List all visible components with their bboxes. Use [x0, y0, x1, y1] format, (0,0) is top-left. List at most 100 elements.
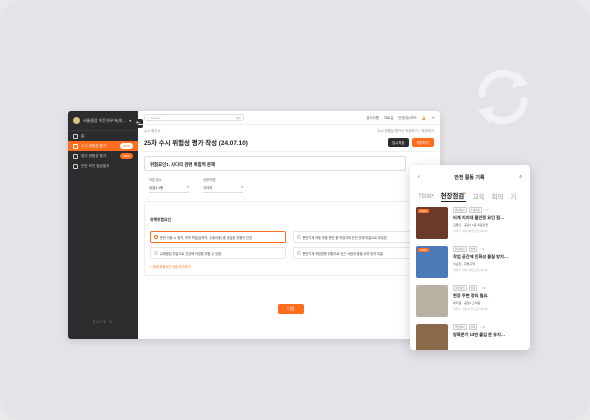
option-label: 운반 이동 시 정지, 하역 작업(상하차, 수동이동) 중 공급된 부품이 인…	[160, 235, 252, 240]
radio-icon	[154, 251, 158, 255]
sidebar-item-label: 안전 보건 점검일지	[81, 163, 110, 168]
nav-notice[interactable]: 공지사항	[366, 115, 378, 120]
main-content: ⌕ Search... ⌘K 공지사항 자료실 안전대시보드 🔔 ⇥ 수시 평가…	[138, 111, 440, 339]
radio-icon	[296, 251, 301, 255]
activity-card[interactable]: NEW 현장점검 설비 ♡ 8 작업 공간에 인화성 물질 방치… 이순찬 · 화물구역 댓…	[416, 246, 524, 278]
mobile-panel: ‹ 안전 활동 기록 ⌕ TBM• 현장점검• 교육 회의 기 NEW 현장점검 수정완료 ♡…	[410, 165, 530, 350]
new-badge: NEW	[120, 143, 133, 149]
sidebar-item[interactable]: 홈	[68, 131, 138, 141]
tab[interactable]: 현장점검•	[440, 190, 466, 202]
mobile-header: ‹ 안전 활동 기록 ⌕	[410, 165, 530, 189]
activity-feed: NEW 현장점검 수정완료 ♡ 7 비계 지지대 불안정 요인 점… 김확인 · 공장4 …	[410, 203, 530, 350]
card-title: 작업 공간에 인화성 물질 방치…	[453, 254, 509, 259]
activity-card[interactable]: 위험방지 설비 ♡ 17 방화문기 13번 출입 문 유지…	[416, 324, 524, 350]
sidebar-item[interactable]: 수시 위험성 평가 NEW	[68, 141, 138, 151]
edit-icon	[73, 163, 78, 169]
bell-icon[interactable]: 🔔	[422, 116, 426, 120]
mobile-title: 안전 활동 기록	[454, 174, 485, 181]
sidebar-item-label: 홈	[81, 133, 85, 138]
hazard-title-field[interactable]: 위험요인1. 사다리 관련 복합적 문제	[144, 156, 406, 171]
hazard-option[interactable]: 운반 이동 시 정지, 하역 작업(상하차, 수동이동) 중 공급된 부품이 인…	[150, 231, 286, 243]
next-button[interactable]: 다음	[278, 304, 304, 314]
like-count[interactable]: ♡ 12	[479, 287, 485, 290]
card-author: 이순찬 · 화물구역	[453, 262, 475, 266]
tab-label: 회의	[491, 193, 504, 201]
like-count[interactable]: ♡ 8	[479, 248, 484, 251]
card-title: 방화문기 13번 출입 문 유지…	[453, 332, 506, 337]
tab[interactable]: 회의	[492, 192, 504, 201]
hazard-option[interactable]: 운반기계 작업방향 위험으로 인근 사람과 충돌 우려 방지 미흡	[292, 247, 428, 259]
nav-archive[interactable]: 자료실	[384, 115, 393, 120]
tab-label: 교육	[472, 193, 485, 201]
sidebar-item[interactable]: 안전 보건 점검일지	[68, 161, 138, 171]
logout-icon[interactable]: ⇥	[431, 116, 434, 120]
clipboard-icon	[73, 143, 78, 149]
photo-thumbnail	[416, 324, 448, 350]
like-count[interactable]: ♡ 7	[484, 209, 489, 212]
temp-save-button[interactable]: 임시저장	[388, 137, 409, 147]
home-icon	[73, 133, 78, 139]
tab-label: 현장점검	[440, 192, 465, 200]
select-row: 작업 장소 공장4 1층 ▾ 공정/작업 사다리 ▾	[144, 177, 434, 193]
top-nav: 공지사항 자료실 안전대시보드 🔔 ⇥	[366, 115, 434, 121]
card-title: 비계 지지대 불안정 요인 점…	[453, 215, 505, 220]
sidebar-item-label: 정기 위험성 평가	[81, 153, 107, 158]
unread-dot: •	[431, 192, 434, 199]
org-switcher[interactable]: 서울중앙 이든하우어(희… ▾	[68, 111, 138, 131]
tag-chip: 현장점검	[453, 207, 467, 213]
like-count[interactable]: ♡ 17	[479, 326, 485, 329]
activity-card[interactable]: NEW 현장점검 수정완료 ♡ 7 비계 지지대 불안정 요인 점… 김확인 · 공장4 …	[416, 207, 524, 239]
tag-chip: 수정완료	[468, 207, 483, 213]
risk-form: 위험요인1. 사다리 관련 복합적 문제 작업 장소 공장4 1층 ▾ 공정/작업…	[144, 151, 434, 276]
search-shortcut: ⌘K	[235, 115, 241, 120]
option-label: 유해물질 취급으로 건강에 악영향 위험 수 있음.	[160, 251, 222, 256]
select-label: 작업 장소	[149, 178, 162, 182]
tab[interactable]: 교육	[473, 192, 485, 201]
card-meta: 댓글 1 · 6월 27일 오전 09:30	[453, 307, 488, 311]
tab[interactable]: 기	[510, 192, 516, 201]
sidebar-item[interactable]: 정기 위험성 평가 NEW	[68, 151, 138, 161]
topbar: ⌕ Search... ⌘K 공지사항 자료실 안전대시보드 🔔 ⇥	[138, 111, 440, 125]
hazard-option[interactable]: 운반기계 작동 부품 운반 중 작업자와 안전 관계 미흡으로 부딪침	[292, 231, 428, 243]
new-badge: NEW	[418, 209, 429, 213]
radio-icon	[296, 235, 301, 239]
hazard-option[interactable]: 유해물질 취급으로 건강에 악영향 위험 수 있음.	[150, 247, 286, 259]
save-button[interactable]: 저장하기	[411, 137, 434, 147]
card-body: 위험방지 설비 ♡ 17 방화문기 13번 출입 문 유지…	[453, 324, 524, 350]
activity-card[interactable]: 현장점검 설비 ♡ 12 현장 주변 정리 필요. 박지원 · 공장3 고객동 댓글 1 …	[416, 285, 524, 317]
sidebar: 서울중앙 이든하우어(희… ▾ 홈수시 위험성 평가 NEW 정기 위험성 평가 NE…	[68, 111, 138, 339]
search-icon[interactable]: ⌕	[519, 174, 522, 180]
new-badge: NEW	[418, 248, 429, 252]
unread-dot: •	[464, 190, 466, 197]
search-placeholder: Search...	[150, 115, 163, 120]
nav-dashboard[interactable]: 안전대시보드	[398, 115, 417, 120]
org-logo	[73, 117, 80, 124]
search-icon: ⌕	[147, 115, 149, 120]
org-name: 서울중앙 이든하우어(희…	[83, 117, 127, 123]
photo-thumbnail	[416, 285, 448, 317]
tab[interactable]: TBM•	[418, 193, 434, 200]
select-location[interactable]: 작업 장소 공장4 1층 ▾	[149, 177, 189, 193]
new-badge: NEW	[120, 153, 133, 159]
tag-chip: 설비	[468, 324, 478, 330]
breadcrumb-left[interactable]: 수시 평가서	[144, 128, 161, 133]
tag-chip: 설비	[468, 285, 478, 291]
photo-thumbnail: NEW	[416, 246, 448, 278]
card-author: 김확인 · 공장4 1층 이동안전	[453, 223, 489, 227]
option-label: 운반기계 작업방향 위험으로 인근 사람과 충돌 우려 방지 미흡	[302, 251, 383, 256]
breadcrumb: 수시 평가서 수시 위험성 평가서 작성하기 > 작성하기	[138, 125, 440, 135]
breadcrumb-right: 수시 위험성 평가서 작성하기 > 작성하기	[377, 128, 434, 133]
tag-chip: 현장점검	[453, 285, 467, 291]
factor-section-title: 유해위험요인	[150, 218, 171, 222]
select-process[interactable]: 공정/작업 사다리 ▾	[203, 177, 243, 193]
card-meta: 댓글 2 · 6월 28일 오후 12:22	[453, 268, 488, 272]
search-input[interactable]: ⌕ Search... ⌘K	[144, 114, 244, 121]
direct-add-link[interactable]: + 유해 위험요인 직접 추가하기	[150, 264, 428, 269]
tag-chip: 현장점검	[453, 246, 467, 252]
activity-tabs: TBM• 현장점검• 교육 회의 기	[410, 189, 530, 203]
page-title: 25차 수시 위험성 평가 작성 (24.07.10)	[144, 139, 248, 147]
chevron-down-icon: ▾	[241, 185, 243, 189]
select-label: 공정/작업	[203, 178, 216, 182]
desktop-app-window: 서울중앙 이든하우어(희… ▾ 홈수시 위험성 평가 NEW 정기 위험성 평가 NE…	[68, 111, 440, 339]
tab-label: 기	[510, 193, 517, 201]
